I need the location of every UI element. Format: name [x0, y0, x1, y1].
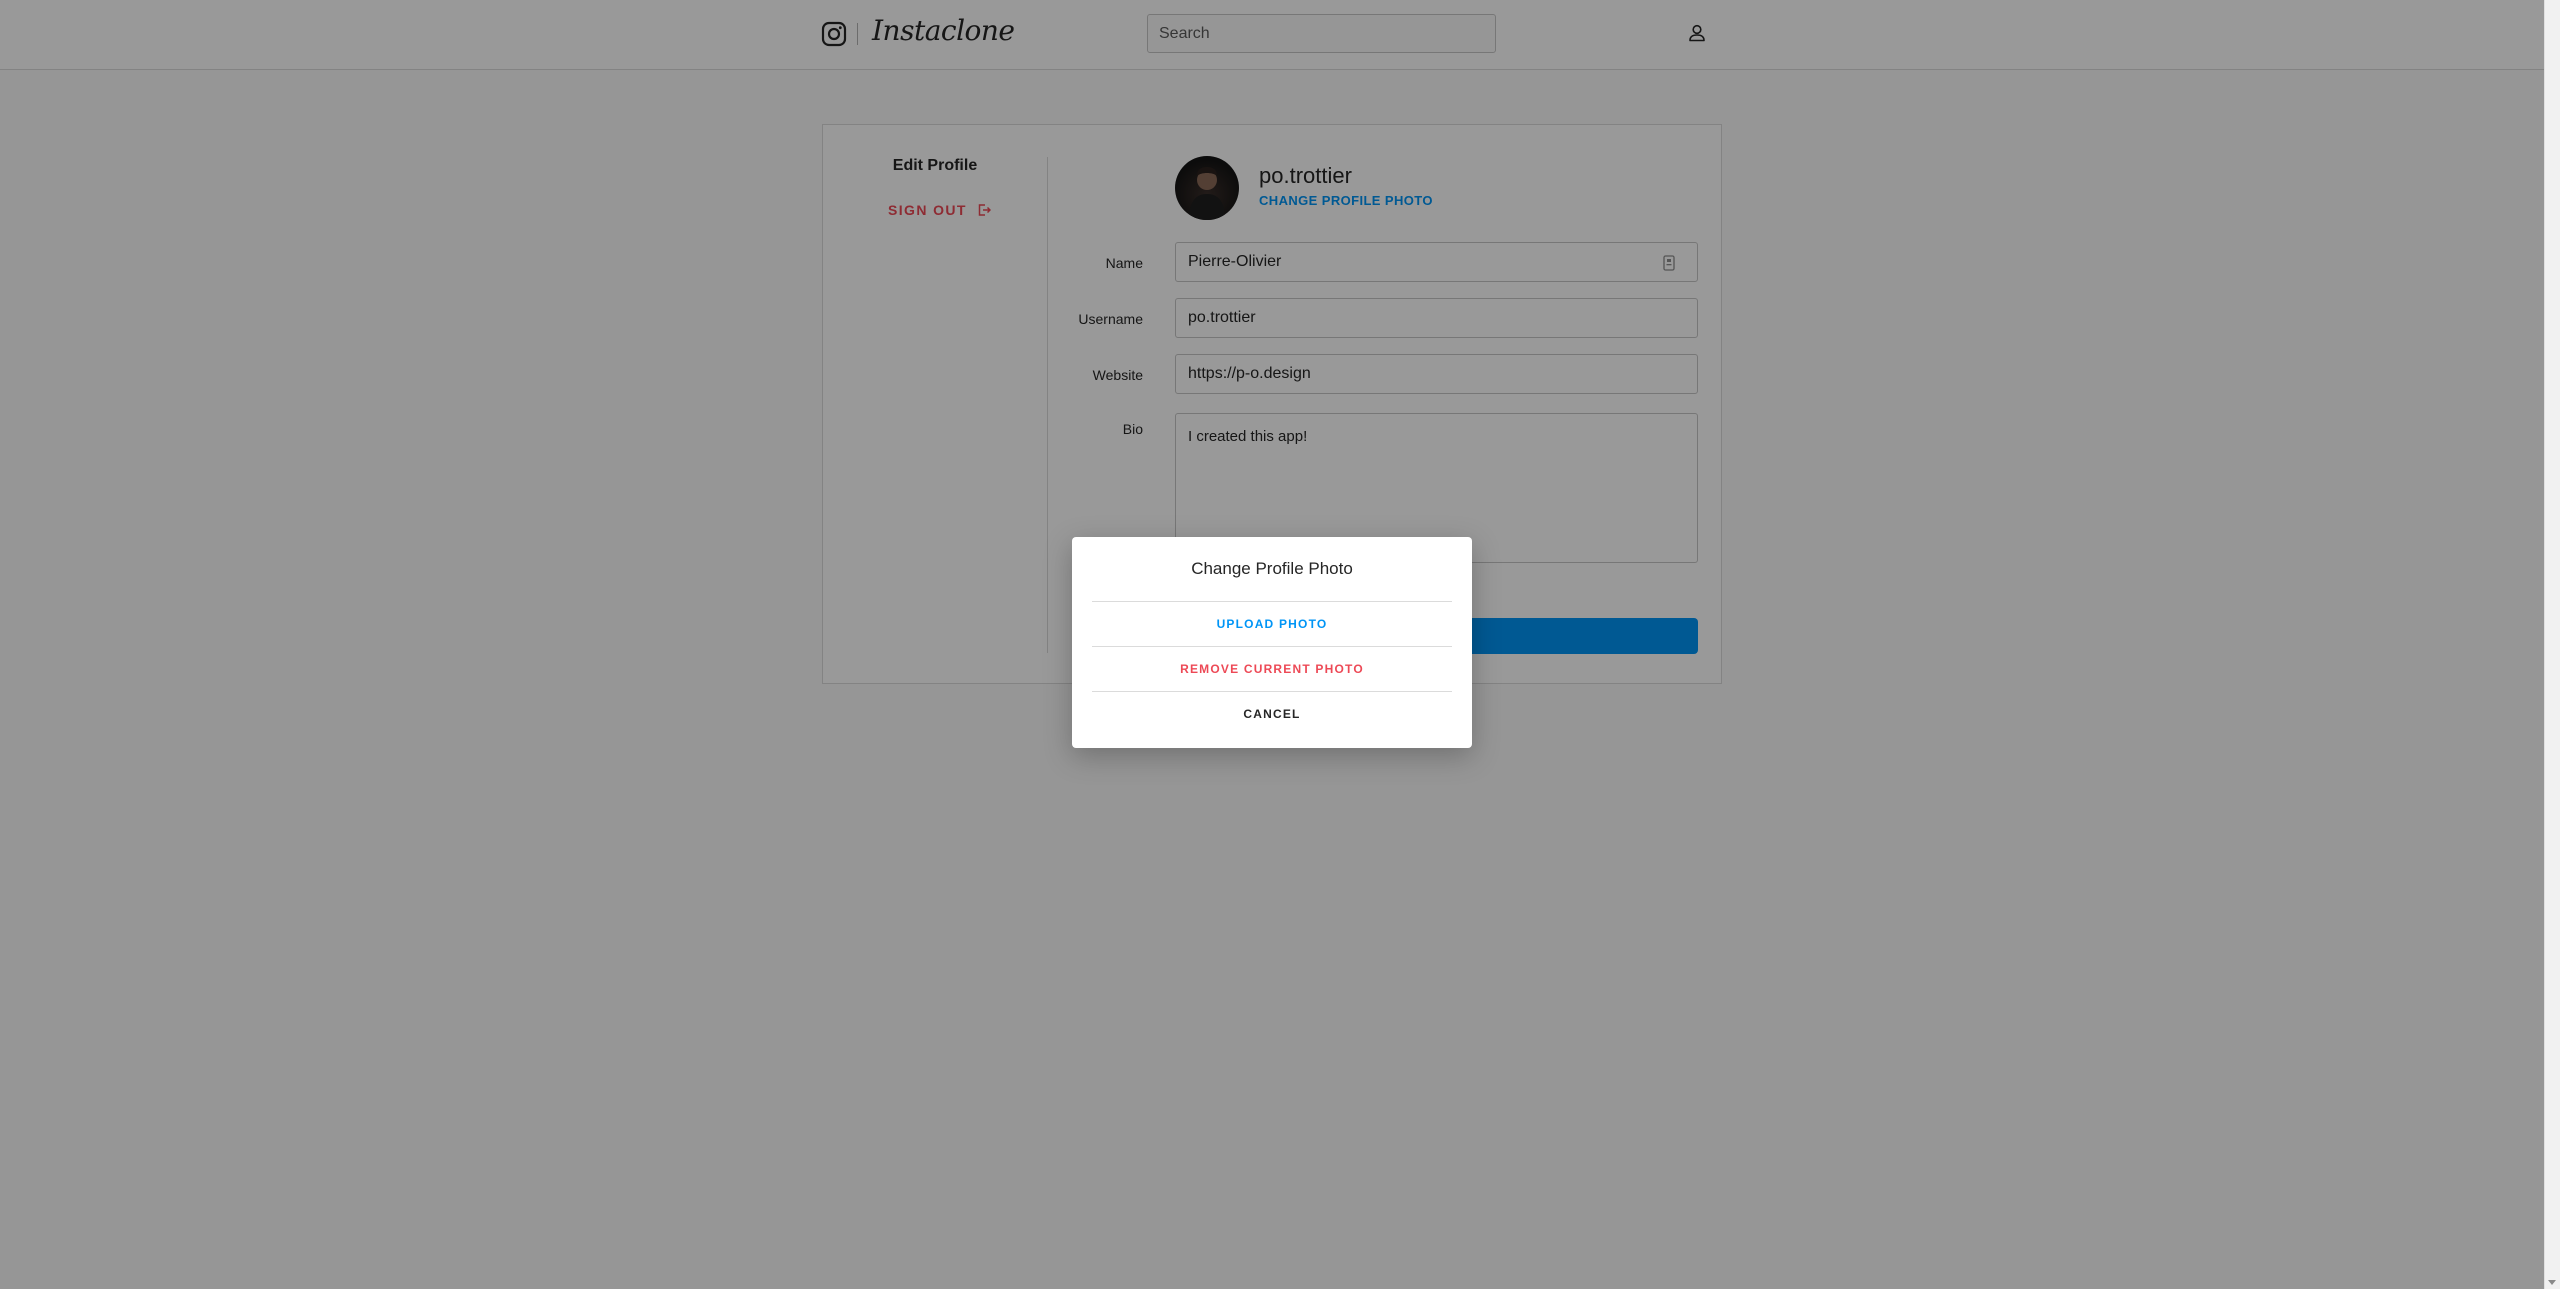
change-photo-dialog: Change Profile Photo UPLOAD PHOTO REMOVE… — [1072, 537, 1472, 748]
scroll-down-arrow-icon[interactable] — [2548, 1280, 2556, 1285]
remove-current-photo-button[interactable]: REMOVE CURRENT PHOTO — [1092, 646, 1452, 692]
upload-photo-button[interactable]: UPLOAD PHOTO — [1092, 601, 1452, 647]
dialog-title: Change Profile Photo — [1191, 559, 1353, 578]
cancel-button[interactable]: CANCEL — [1092, 691, 1452, 737]
page-scrollbar[interactable] — [2544, 0, 2560, 1289]
